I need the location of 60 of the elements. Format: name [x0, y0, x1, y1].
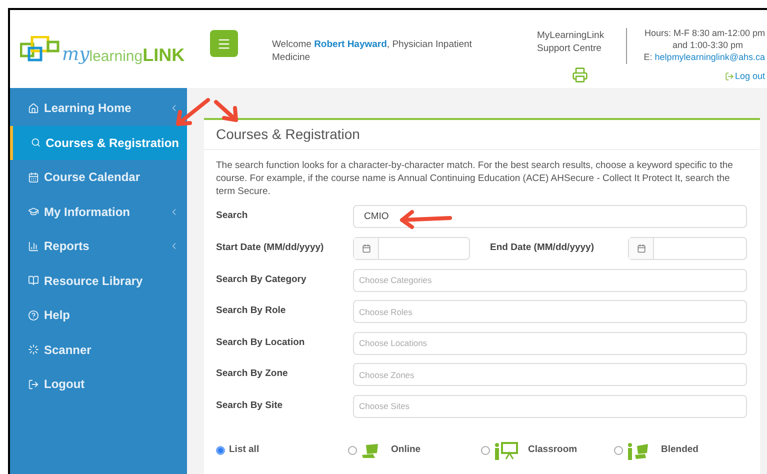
field-label: End Date (MM/dd/yyyy) [490, 240, 595, 255]
sidebar-item[interactable]: Course Calendar [10, 160, 187, 194]
graduation-cap-icon [28, 206, 39, 218]
filter-field[interactable]: Choose Roles [353, 300, 747, 323]
filter-field[interactable]: Choose Categories [353, 268, 747, 292]
calendar-icon [362, 244, 370, 252]
sidebar-item[interactable]: Resource Library [10, 264, 187, 298]
hours-text: Hours: M-F 8:30 am-12:00 pm [644, 27, 765, 39]
sidebar-item[interactable]: Help [10, 298, 187, 332]
field-label: Start Date (MM/dd/yyyy) [216, 240, 325, 255]
email-link[interactable]: helpmylearninglink@ahs.ca [654, 52, 765, 62]
search-icon [31, 137, 41, 148]
delivery-radio[interactable]: List all [216, 443, 348, 458]
hours-text: and 1:00-3:30 pm [672, 39, 744, 51]
home-icon [28, 102, 39, 114]
field-label: Search By Site [216, 398, 284, 413]
book-icon [28, 275, 39, 286]
calendar-icon [28, 172, 39, 183]
arrow-annotation [176, 98, 210, 126]
search-field[interactable]: CMIO [353, 204, 747, 228]
arrow-annotation [400, 210, 452, 229]
start-date-field[interactable] [353, 236, 470, 260]
filter-field[interactable]: Choose Sites [353, 394, 747, 418]
field-label: Search By Category [216, 272, 308, 287]
spinner-icon [28, 344, 39, 356]
sidebar-item[interactable]: Courses & Registration [10, 126, 187, 160]
sidebar-item[interactable]: My Information [10, 194, 187, 229]
teacher-laptop-icon [627, 442, 651, 460]
sidebar-item[interactable]: Logout [10, 367, 187, 402]
search-description: The search function looks for a character-by-character match. For the best search results, choose a keyword specific to the course. For example, if the course name is Annual Continuing Education (ACE) AHSecure - Collect It Protect It, search the term Secure. [216, 159, 734, 198]
menu-icon [217, 36, 231, 50]
logout-icon [28, 378, 39, 390]
filter-field[interactable]: Choose Locations [353, 332, 747, 354]
printer-icon[interactable] [572, 67, 588, 83]
field-label: Search By Location [216, 336, 306, 350]
end-date-field[interactable] [628, 236, 747, 260]
panel-title: Courses & Registration [204, 120, 759, 150]
menu-toggle-button[interactable] [210, 30, 238, 57]
field-label: Search By Role [216, 304, 287, 318]
field-label: Search By Zone [216, 367, 289, 382]
laptop-icon [361, 442, 381, 458]
email-text: E: helpmylearninglink@ahs.ca [644, 51, 765, 63]
bar-chart-icon [28, 240, 39, 252]
welcome-text: Welcome Robert Hayward, Physician Inpatient Medicine [272, 38, 473, 64]
delivery-radio[interactable]: Blended [614, 442, 747, 460]
sidebar-item[interactable]: Scanner [10, 332, 187, 367]
teacher-board-icon [494, 442, 518, 460]
logout-icon [724, 72, 734, 80]
sidebar-item[interactable]: Reports [10, 229, 187, 264]
help-icon [28, 310, 39, 321]
delivery-radio[interactable]: Classroom [481, 442, 614, 460]
logout-link[interactable]: Log out [724, 70, 765, 82]
arrow-annotation [214, 100, 238, 122]
filter-field[interactable]: Choose Zones [353, 363, 747, 386]
logo: mylearningLINK [20, 36, 200, 64]
calendar-icon [636, 244, 646, 252]
field-label: Search [216, 208, 249, 223]
support-centre-text: MyLearningLink Support Centre [537, 29, 606, 55]
delivery-radio[interactable]: Online [348, 442, 481, 458]
sidebar-item[interactable]: Learning Home [10, 91, 187, 126]
